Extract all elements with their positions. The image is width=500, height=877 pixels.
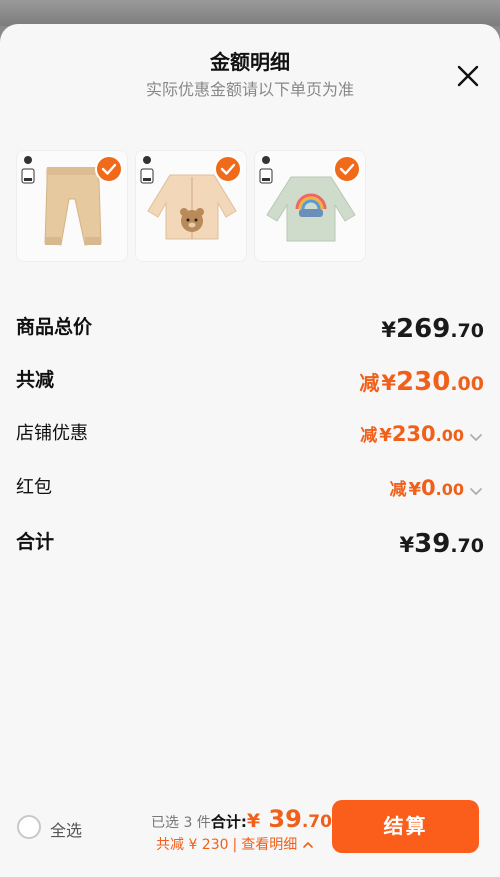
- footer-total-int: 39: [260, 805, 302, 833]
- brand-badge-icon: [21, 156, 35, 184]
- select-all-radio[interactable]: [17, 815, 41, 839]
- red-packet-label: 红包: [16, 477, 52, 498]
- selected-check-icon[interactable]: [95, 155, 123, 183]
- total-price-value: ¥269.70: [381, 314, 484, 344]
- product-thumb-pants[interactable]: [16, 150, 128, 262]
- close-icon[interactable]: [456, 64, 480, 88]
- brand-badge-icon: [259, 156, 273, 184]
- footer-discount-line: 共减 ¥ 230 | 查看明细: [156, 834, 314, 854]
- grand-total-value: ¥39.70: [399, 529, 484, 559]
- store-discount-value[interactable]: 减 ¥230.00: [360, 421, 484, 446]
- discount-label: 共减: [16, 369, 55, 391]
- sheet-subtitle: 实际优惠金额请以下单页为准: [145, 80, 354, 99]
- view-detail-link[interactable]: 查看明细: [241, 837, 313, 853]
- amount-detail-sheet: 金额明细 实际优惠金额请以下单页为准 商品总价 ¥269.70 共减 减¥230…: [0, 24, 500, 877]
- store-discount-label: 店铺优惠: [16, 423, 88, 444]
- total-price-label: 商品总价: [16, 316, 93, 338]
- checkout-bar: 全选 已选 3 件合计:¥ 39.70 共减 ¥ 230 | 查看明细 结算: [0, 793, 500, 877]
- sheet-title: 金额明细: [210, 50, 290, 74]
- chevron-up-icon[interactable]: [302, 840, 314, 850]
- grand-total-label: 合计: [16, 531, 55, 553]
- row-total-price: 商品总价 ¥269.70: [16, 312, 484, 344]
- sheet-header: 金额明细 实际优惠金额请以下单页为准: [0, 24, 500, 114]
- selected-count: 已选 3 件: [151, 815, 211, 831]
- discount-value: 减¥230.00: [359, 367, 484, 397]
- red-packet-value[interactable]: 减 ¥0.00: [390, 475, 485, 500]
- footer-total-dec: .70: [301, 812, 332, 832]
- footer-discount-text: 共减 ¥ 230: [156, 837, 229, 853]
- divider: |: [232, 837, 238, 853]
- selected-check-icon[interactable]: [214, 155, 242, 183]
- product-thumb-tshirt[interactable]: [254, 150, 366, 262]
- row-store-discount[interactable]: 店铺优惠 减 ¥230.00: [16, 419, 484, 449]
- row-red-packet[interactable]: 红包 减 ¥0.00: [16, 473, 484, 503]
- dimmed-background[interactable]: [0, 0, 500, 26]
- footer-total-label: 合计:: [210, 813, 247, 831]
- select-all-label[interactable]: 全选: [50, 817, 82, 841]
- brand-badge-icon: [140, 156, 154, 184]
- checkout-button[interactable]: 结算: [332, 800, 479, 853]
- product-thumb-cardigan[interactable]: [135, 150, 247, 262]
- row-discount: 共减 减¥230.00: [16, 365, 484, 397]
- chevron-down-icon[interactable]: [468, 429, 484, 445]
- row-grand-total: 合计 ¥39.70: [16, 527, 484, 559]
- selected-check-icon[interactable]: [333, 155, 361, 183]
- footer-total: 已选 3 件合计:¥ 39.70: [151, 805, 332, 833]
- chevron-down-icon[interactable]: [468, 483, 484, 499]
